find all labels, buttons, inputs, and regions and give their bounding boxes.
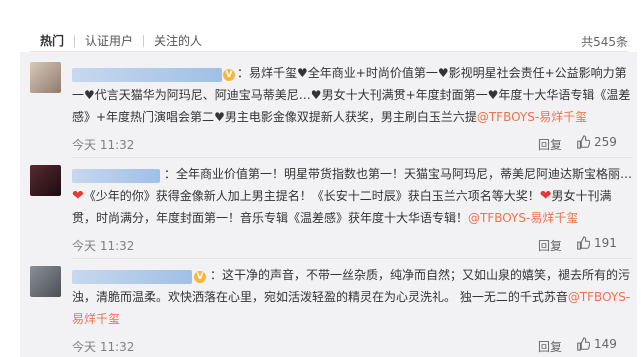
avatar[interactable]: [30, 266, 61, 297]
comment-time: 今天 11:32: [72, 239, 135, 253]
tab-hot[interactable]: 热门: [30, 33, 74, 49]
comment-time: 今天 11:32: [72, 340, 135, 354]
like-count: 191: [594, 236, 617, 250]
like-button[interactable]: 149: [576, 337, 617, 351]
comment-panel: 热门 认证用户 关注的人 共545条 V ：易烊千玺♥全年商业+时尚价值第一♥影…: [0, 0, 641, 357]
mention-link[interactable]: @TFBOYS-易烊千玺: [468, 211, 578, 225]
heart-icon: ♥: [84, 88, 95, 102]
tab-verified-users[interactable]: 认证用户: [75, 33, 143, 49]
tab-following[interactable]: 关注的人: [144, 33, 212, 49]
like-button[interactable]: 191: [576, 236, 617, 250]
like-count: 149: [594, 337, 617, 351]
thumb-up-icon: [577, 337, 590, 351]
comment-list: V ：易烊千玺♥全年商业+时尚价值第一♥影视明星社会责任+公益影响力第一♥代言天…: [20, 52, 637, 357]
comment-tabs: 热门 认证用户 关注的人 共545条: [0, 0, 641, 58]
comment-count: 共545条: [581, 35, 628, 49]
comment-text: ：这干净的声音，不带一丝杂质，纯净而自然；又如山泉的嬉笑，褪去所有的污浊，清脆而…: [72, 268, 631, 326]
thumb-up-icon: [577, 236, 590, 250]
heart-icon: ♥: [214, 110, 225, 124]
heart-icon: ❤: [539, 188, 552, 204]
comment-time: 今天 11:32: [72, 138, 135, 152]
heart-icon: ♥: [297, 66, 308, 80]
like-button[interactable]: 259: [576, 135, 617, 149]
heart-icon: ❤: [72, 188, 84, 204]
like-count: 259: [594, 135, 617, 149]
heart-icon: ♥: [487, 88, 499, 102]
heart-icon: ♥: [437, 66, 449, 80]
avatar[interactable]: [30, 62, 61, 93]
reply-button[interactable]: 回复: [538, 136, 562, 153]
thumb-up-icon: [577, 135, 590, 149]
comment-text: ：全年商业价值第一！明星带货指数也第一！天猫宝马阿玛尼，蒂美尼阿迪达斯宝格丽…❤…: [72, 167, 633, 225]
comment-divider: [72, 157, 632, 158]
comment-divider: [72, 258, 632, 259]
comment-text: ：易烊千玺♥全年商业+时尚价值第一♥影视明星社会责任+公益影响力第一♥代言天猫华…: [72, 66, 631, 124]
tab-bar: 热门 认证用户 关注的人: [30, 33, 212, 49]
reply-button[interactable]: 回复: [538, 237, 562, 254]
reply-button[interactable]: 回复: [538, 338, 562, 355]
heart-icon: ♥: [310, 88, 322, 102]
mention-link[interactable]: @TFBOYS-易烊千玺: [477, 110, 587, 124]
avatar[interactable]: [30, 165, 61, 196]
